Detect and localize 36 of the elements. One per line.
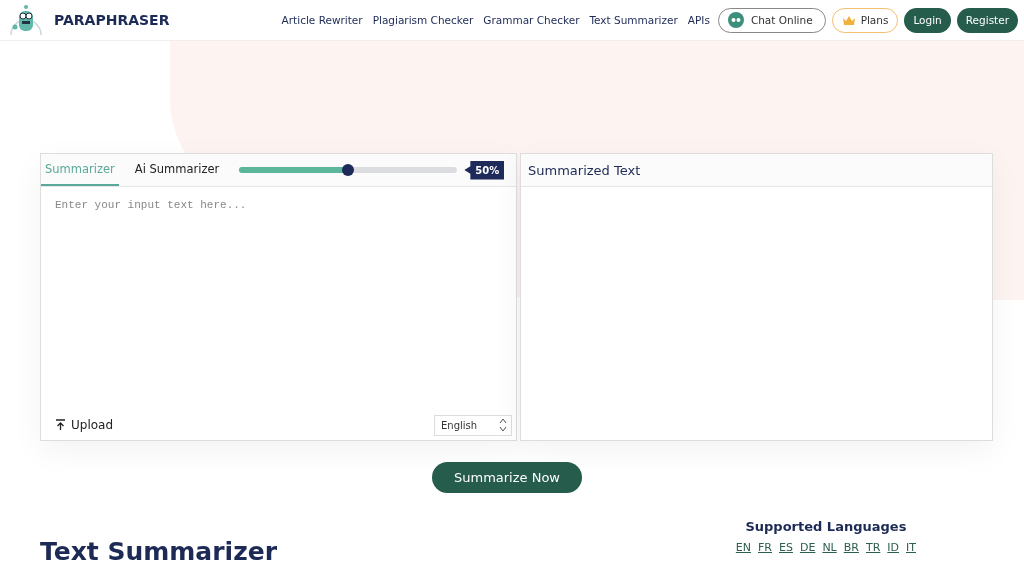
length-slider[interactable] bbox=[239, 167, 458, 173]
robot-logo-icon bbox=[8, 3, 44, 37]
language-link[interactable]: BR bbox=[843, 541, 859, 554]
up-down-caret-icon bbox=[499, 418, 507, 432]
brand-name: PARAPHRASER bbox=[54, 12, 170, 28]
nav-link[interactable]: Text Summarizer bbox=[589, 14, 678, 26]
language-link[interactable]: ES bbox=[779, 541, 793, 554]
login-button[interactable]: Login bbox=[904, 7, 951, 33]
slider-thumb[interactable] bbox=[342, 164, 355, 176]
crown-icon bbox=[841, 14, 856, 26]
percent-badge: 50% bbox=[464, 160, 505, 180]
summarize-now-button[interactable]: Summarize Now bbox=[432, 462, 582, 493]
register-button[interactable]: Register bbox=[956, 7, 1018, 33]
language-link[interactable]: NL bbox=[822, 541, 837, 554]
upload-icon bbox=[55, 419, 66, 431]
language-link[interactable]: EN bbox=[735, 541, 752, 554]
language-link[interactable]: DE bbox=[799, 541, 816, 554]
language-link[interactable]: FR bbox=[758, 541, 772, 554]
language-link[interactable]: ID bbox=[887, 541, 900, 554]
input-panel[interactable]: Summarizer Ai Summarizer 50% Enter your input text here... Upload English bbox=[40, 153, 517, 441]
input-text-field[interactable]: Enter your input text here... bbox=[41, 187, 516, 410]
chat-online-button[interactable]: Chat Online bbox=[717, 7, 826, 33]
language-link[interactable]: IT bbox=[906, 541, 916, 554]
language-link[interactable]: TR bbox=[865, 541, 881, 554]
nav-link[interactable]: Article Rewriter bbox=[281, 14, 363, 26]
upload-button[interactable]: Upload bbox=[49, 417, 120, 433]
mode-tab[interactable]: Ai Summarizer bbox=[130, 154, 224, 186]
plans-button[interactable]: Plans bbox=[831, 7, 899, 33]
nav-link[interactable]: Grammar Checker bbox=[483, 14, 580, 26]
language-select[interactable]: English bbox=[434, 414, 512, 436]
output-title: Summarized Text bbox=[527, 162, 641, 178]
nav-link[interactable]: APIs bbox=[687, 14, 710, 26]
page-heading: Text Summarizer bbox=[40, 537, 277, 566]
robot-icon bbox=[726, 11, 745, 29]
nav-link[interactable]: Plagiarism Checker bbox=[372, 14, 474, 26]
supported-languages-heading: Supported Languages bbox=[745, 519, 907, 534]
